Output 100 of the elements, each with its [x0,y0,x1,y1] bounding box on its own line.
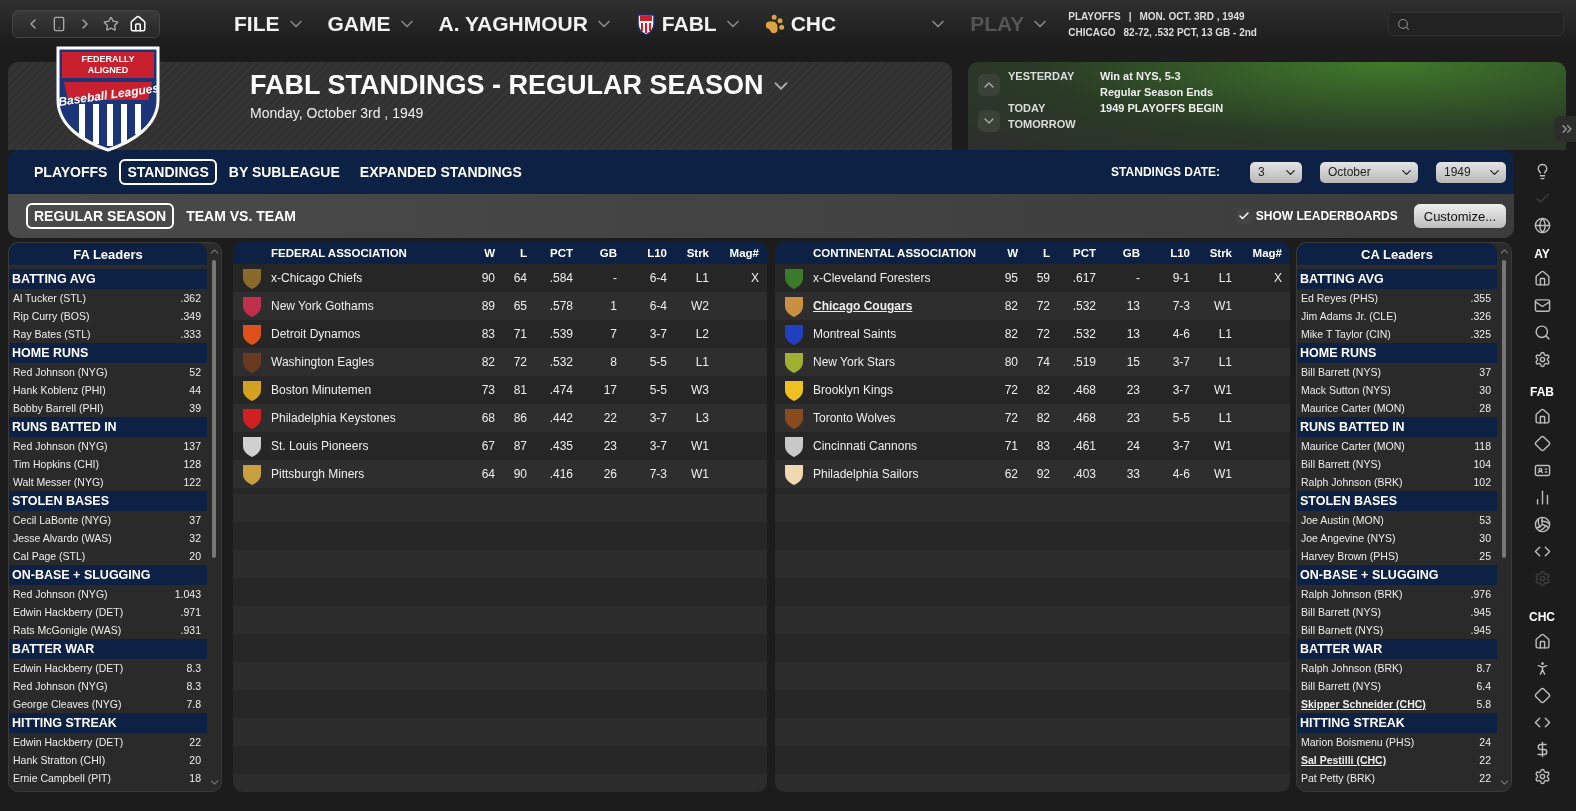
table-cell-text: 74 [1035,355,1050,369]
expand-button[interactable] [1554,116,1576,142]
player-name: Al Tucker (STL) [13,292,86,304]
stat-value: 7.8 [186,698,201,710]
diamond-icon [1533,687,1551,704]
section-header: BATTING AVG [1297,269,1497,289]
team-name: New York Gothams [271,299,375,313]
team-name[interactable]: Chicago Cougars [813,299,986,313]
stat-value: .326 [1470,310,1491,322]
stat-value: 53 [1479,514,1491,526]
table-cell-text: .532 [1071,327,1096,341]
table-cell-text: 87 [512,439,527,453]
stat-value: 37 [1479,366,1491,378]
search-icon [1533,324,1551,341]
table-cell-text: W3 [690,383,709,397]
player-name: Ralph Johnson (BRK) [1301,476,1403,488]
table-cell-text: 3-7 [648,327,667,341]
table-cell-text: 6-4 [648,271,667,285]
team-logo-icon [240,350,264,374]
table-cell-text: 5-5 [1171,411,1190,425]
stat-value: 28 [1479,402,1491,414]
column-header: GB [1121,247,1140,259]
section-label: CHC [1529,610,1555,624]
table-cell-text: 92 [1035,467,1050,481]
tab[interactable]: EXPANDED STANDINGS [351,159,530,185]
column-header: CONTINENTAL ASSOCIATION [813,247,978,259]
player-name: Jesse Alvardo (WAS) [13,532,112,544]
tab[interactable]: REGULAR SEASON [26,203,175,229]
tab[interactable]: STANDINGS [119,159,217,185]
column-header: L [1041,247,1050,259]
menu-button[interactable]: A. YAGHMOUR [432,12,620,36]
menu-button[interactable]: GAME [321,12,423,36]
section-header: RUNS BATTED IN [1297,417,1497,437]
event-text: Win at NYS, 5-3 [1100,70,1182,82]
stat-value: 6.4 [1476,680,1491,692]
table-cell-text: 72 [1035,327,1050,341]
table-cell-text: 7-3 [1171,299,1190,313]
separator: | [1128,10,1132,22]
home-button[interactable] [129,15,147,33]
stat-value: 8.7 [1476,662,1491,674]
table-cell-text: 90 [512,467,527,481]
stat-value: 18 [189,772,201,784]
player-name[interactable]: Sal Pestilli (CHC) [1301,754,1387,766]
customize-button[interactable]: Customize... [1413,204,1506,228]
tab[interactable]: TEAM VS. TEAM [178,203,304,229]
search-field[interactable] [1388,12,1564,36]
panel-title: CA Leaders [1297,243,1497,265]
table-cell-text: .474 [548,383,573,397]
section-header: STOLEN BASES [9,491,207,511]
table-cell-text: 13 [1125,299,1140,313]
column-header: W [1006,247,1018,259]
player-name: Ernie Campbell (PIT) [13,772,112,784]
player-name: Pat Petty (BRK) [1301,772,1376,784]
team-menu-button[interactable]: CHC [758,12,843,36]
stat-value: 30 [1479,384,1491,396]
table-cell-text: W2 [690,299,709,313]
section-header: ON-BASE + SLUGGING [9,565,207,585]
player-name: Tim Hopkins (CHI) [13,458,99,470]
table-cell-text: W1 [1213,439,1232,453]
phone-button[interactable] [51,16,67,32]
table-cell-text: 7 [609,327,617,341]
table-cell-text: .532 [548,355,573,369]
stat-value: 39 [189,402,201,414]
stat-value: 8.3 [186,662,201,674]
table-cell-text: 83 [480,327,495,341]
table-cell-text: 89 [480,299,495,313]
team-logo-icon [782,322,806,346]
table-cell-text: W1 [1213,383,1232,397]
menu-button[interactable]: FILE [228,12,312,36]
star-button[interactable] [103,16,119,32]
player-name: Red Johnson (NYG) [13,588,108,600]
section-header: ON-BASE + SLUGGING [1297,565,1497,585]
month-select[interactable]: October [1320,161,1418,183]
tab[interactable]: BY SUBLEAGUE [220,159,348,185]
player-name: Walt Messer (NYG) [13,476,104,488]
day-label: TOMORROW [1008,118,1077,130]
scrollbar[interactable] [1502,260,1506,559]
next-day-button[interactable] [978,110,1000,132]
year-select[interactable]: 1949 [1436,161,1506,183]
scrollbar[interactable] [212,260,216,559]
phone-icon [51,16,67,32]
player-name[interactable]: Skipper Schneider (CHC) [1301,698,1426,710]
team-logo-icon [782,434,806,458]
search-icon [1397,16,1411,32]
table-cell-text: 13 [1125,327,1140,341]
stat-value: 52 [189,366,201,378]
previous-day-button[interactable] [978,74,1000,96]
tab[interactable]: PLAYOFFS [26,159,116,185]
record-label: 82-72, .532 PCT, 13 GB - 2nd [1123,26,1257,38]
table-cell-text: 23 [602,439,617,453]
column-header: Strk [1208,247,1232,259]
stat-value: 22 [189,736,201,748]
day-select[interactable]: 3 [1250,161,1302,183]
league-menu-button[interactable]: FABL [629,12,749,36]
checkbox[interactable] [1236,208,1252,224]
table-cell-text: 33 [1125,467,1140,481]
team-logo-icon [240,378,264,402]
table-cell-text: 68 [480,411,495,425]
logo-text: FEDERALLY [80,55,136,64]
stat-value: 20 [189,754,201,766]
